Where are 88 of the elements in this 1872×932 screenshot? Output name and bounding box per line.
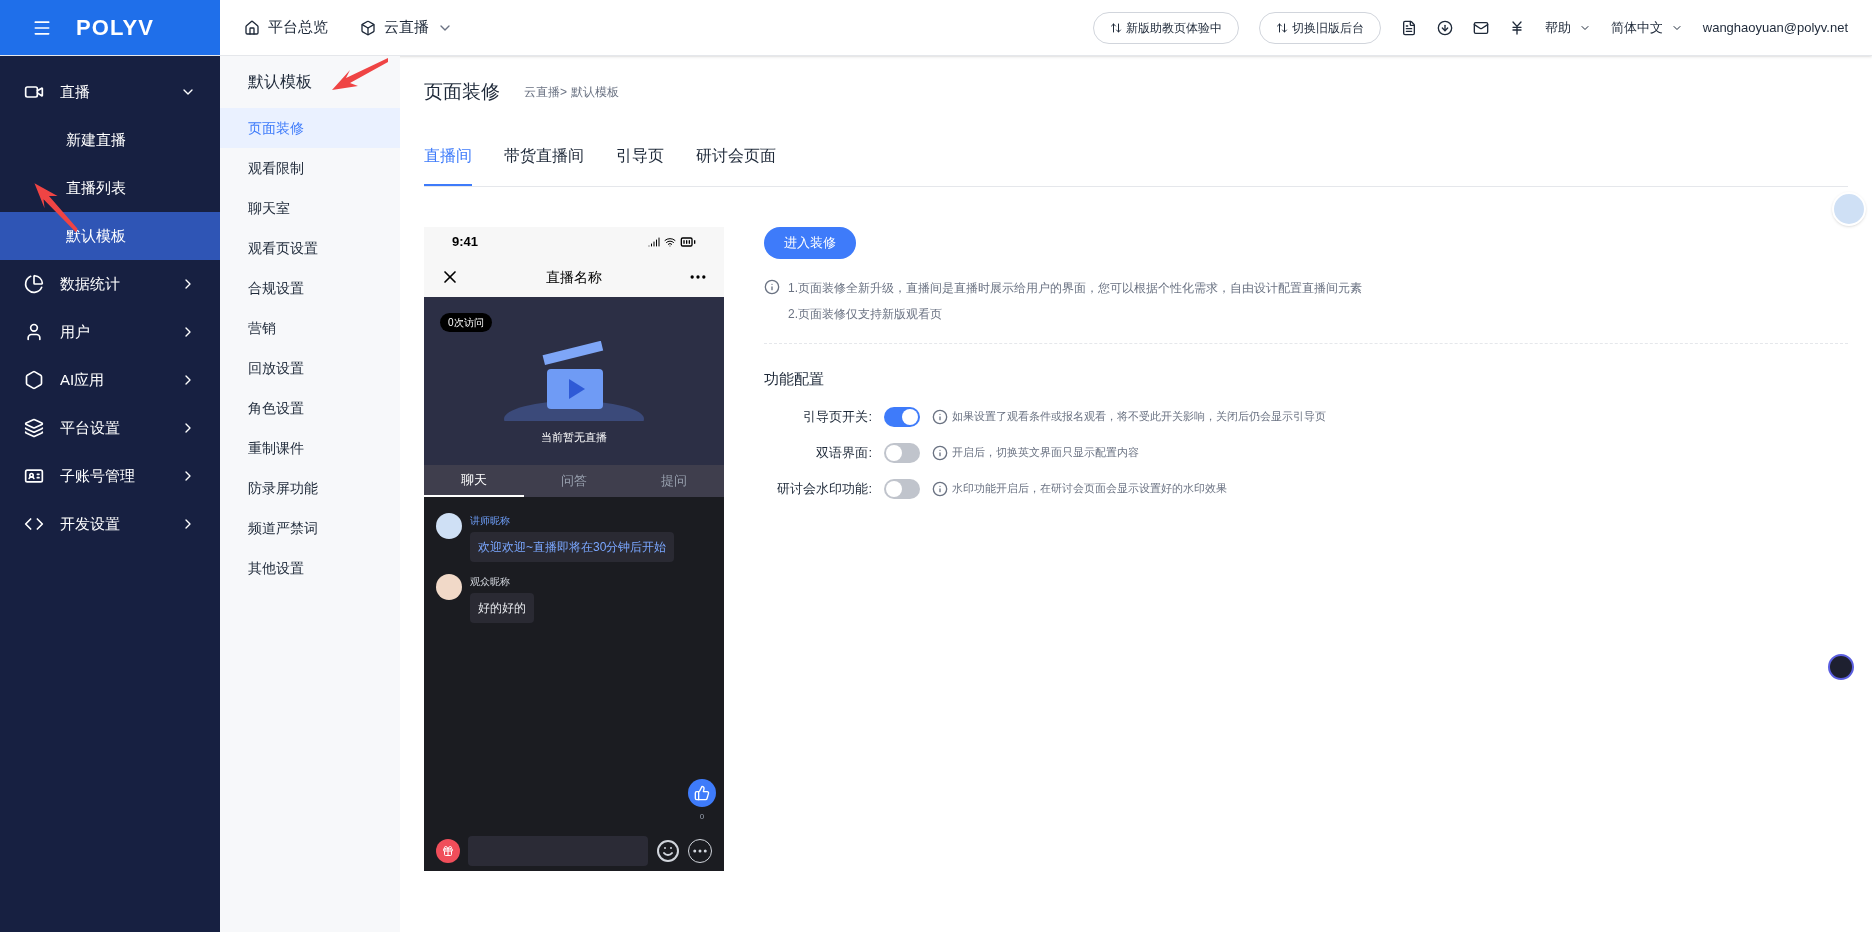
status-time: 9:41 xyxy=(452,233,479,252)
tab[interactable]: 研讨会页面 xyxy=(696,144,776,186)
pie-chart-icon xyxy=(24,274,44,294)
info-icon xyxy=(932,408,948,425)
phone-tab[interactable]: 问答 xyxy=(524,465,624,497)
setting-label: 研讨会水印功能: xyxy=(776,479,873,498)
info-icon xyxy=(764,279,780,295)
submenu-item[interactable]: 防录屏功能 xyxy=(220,468,400,508)
toggle-switch[interactable] xyxy=(884,406,920,427)
page-title: 页面装修 xyxy=(424,79,500,104)
sidebar-item[interactable]: 平台设置 xyxy=(0,404,220,452)
chat-message: 好的好的 xyxy=(470,593,534,623)
hexagon-icon xyxy=(24,370,44,390)
layers-icon xyxy=(24,418,44,438)
chat-message: 欢迎欢迎~直播即将在30分钟后开始 xyxy=(470,532,675,562)
sidebar-item[interactable]: 子账号管理 xyxy=(0,452,220,500)
submenu-item[interactable]: 页面装修 xyxy=(220,108,400,148)
submenu-item[interactable]: 重制课件 xyxy=(220,428,400,468)
switch-icon xyxy=(1109,21,1122,34)
avatar xyxy=(436,513,462,539)
visit-count: 0次访问 xyxy=(440,313,492,332)
sender-name: 讲师昵称 xyxy=(470,514,511,528)
wifi-icon xyxy=(664,236,676,248)
sidebar-subitem[interactable]: 新建直播 xyxy=(0,116,220,164)
submenu-item[interactable]: 观看页设置 xyxy=(220,228,400,268)
toggle-switch[interactable] xyxy=(884,442,920,463)
submenu-item[interactable]: 合规设置 xyxy=(220,268,400,308)
toggle-switch[interactable] xyxy=(884,478,920,499)
robot-avatar[interactable] xyxy=(1828,654,1854,680)
user-icon xyxy=(24,322,44,342)
nav-link[interactable]: 云直播 xyxy=(360,16,453,39)
user-email[interactable]: wanghaoyuan@polyv.net xyxy=(1702,17,1848,38)
note-text: 2.页面装修仅支持新版观看页 xyxy=(788,306,943,323)
like-button[interactable] xyxy=(688,779,716,807)
home-icon xyxy=(244,19,260,36)
info-icon xyxy=(932,444,948,461)
submenu-item[interactable]: 其他设置 xyxy=(220,548,400,588)
setting-hint: 开启后，切换英文界面只显示配置内容 xyxy=(952,445,1139,461)
info-icon xyxy=(932,480,948,497)
submenu-title: 默认模板 xyxy=(248,72,312,92)
submenu-item[interactable]: 聊天室 xyxy=(220,188,400,228)
tab[interactable]: 直播间 xyxy=(424,144,472,186)
sidebar-item[interactable]: 用户 xyxy=(0,308,220,356)
sidebar-item[interactable]: 数据统计 xyxy=(0,260,220,308)
emoji-icon[interactable] xyxy=(656,839,680,863)
submenu-item[interactable]: 观看限制 xyxy=(220,148,400,188)
download-icon[interactable] xyxy=(1436,19,1453,36)
sidebar-item[interactable]: 开发设置 xyxy=(0,500,220,548)
signal-icon xyxy=(648,236,660,248)
setting-label: 双语界面: xyxy=(815,443,873,462)
id-card-icon xyxy=(24,466,44,486)
sidebar-subitem[interactable]: 直播列表 xyxy=(0,164,220,212)
battery-icon xyxy=(680,234,696,250)
submenu-item[interactable]: 角色设置 xyxy=(220,388,400,428)
document-icon[interactable] xyxy=(1400,19,1417,36)
setting-label: 引导页开关: xyxy=(802,407,873,426)
logo: POLYV xyxy=(76,14,155,42)
sidebar-item[interactable]: AI应用 xyxy=(0,356,220,404)
mail-icon[interactable] xyxy=(1472,19,1489,36)
dropdown-menu[interactable]: 帮助 xyxy=(1544,17,1591,38)
sidebar-item[interactable]: 直播 xyxy=(0,68,220,116)
note-text: 1.页面装修全新升级，直播间是直播时展示给用户的界面，您可以根据个性化需求，自由设计配置直播间元素 xyxy=(788,280,1362,297)
switch-icon xyxy=(1275,21,1288,34)
tab[interactable]: 带货直播间 xyxy=(504,144,584,186)
sender-name: 观众昵称 xyxy=(470,575,511,589)
gift-icon xyxy=(442,845,454,857)
enter-decoration-button[interactable]: 进入装修 xyxy=(764,227,856,259)
nav-link[interactable]: 平台总览 xyxy=(244,16,328,39)
section-title: 功能配置 xyxy=(764,369,825,389)
cube-icon xyxy=(360,19,376,36)
sidebar-subitem[interactable]: 默认模板 xyxy=(0,212,220,260)
phone-tab[interactable]: 聊天 xyxy=(424,465,524,497)
breadcrumb-item[interactable]: 云直播> xyxy=(524,83,567,101)
submenu-item[interactable]: 回放设置 xyxy=(220,348,400,388)
phone-tab[interactable]: 提问 xyxy=(624,465,724,497)
submenu-item[interactable]: 频道严禁词 xyxy=(220,508,400,548)
like-count: 0 xyxy=(699,811,705,823)
submenu-item[interactable]: 营销 xyxy=(220,308,400,348)
tab[interactable]: 引导页 xyxy=(616,144,664,186)
breadcrumb-item: 默认模板 xyxy=(571,84,619,101)
dropdown-menu[interactable]: 简体中文 xyxy=(1610,17,1683,38)
setting-hint: 如果设置了观看条件或报名观看，将不受此开关影响，关闭后仍会显示引导页 xyxy=(952,409,1326,425)
live-title: 直播名称 xyxy=(546,267,602,287)
gift-button[interactable] xyxy=(436,839,460,863)
avatar xyxy=(436,574,462,600)
no-live-text: 当前暂无直播 xyxy=(541,429,607,445)
setting-hint: 水印功能开启后，在研讨会页面会显示设置好的水印效果 xyxy=(952,481,1227,497)
thumbs-up-icon xyxy=(694,785,710,801)
